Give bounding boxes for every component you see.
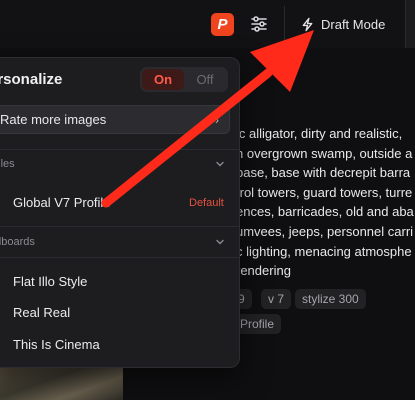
personalize-panel: ersonalize On Off Rate more images › ofi… xyxy=(0,57,240,368)
divider xyxy=(0,226,239,227)
toggle-on-option[interactable]: On xyxy=(142,69,184,90)
personalize-title: ersonalize xyxy=(0,71,63,88)
image-thumbnail[interactable] xyxy=(0,366,123,400)
chevron-down-icon[interactable] xyxy=(214,236,226,248)
toolbar-divider xyxy=(284,6,285,42)
prompt-line: c lighting, menacing atmosphe xyxy=(236,243,412,259)
lightning-bolt-icon xyxy=(302,17,313,31)
prompt-line: ic alligator, dirty and realistic, xyxy=(236,126,403,141)
prompt-line: ences, barricades, old and aba xyxy=(236,204,414,220)
param-chip-profile[interactable]: Profile xyxy=(233,314,282,334)
chevron-right-icon: › xyxy=(215,113,219,127)
param-chip-version[interactable]: v 7 xyxy=(261,289,292,309)
moodboard-item[interactable]: Real Real xyxy=(13,305,70,320)
moodboard-item[interactable]: Flat Illo Style xyxy=(13,274,87,289)
draft-mode-button[interactable]: Draft Mode xyxy=(290,6,403,42)
prompt-line: n overgrown swamp, outside a xyxy=(236,145,413,161)
sliders-icon xyxy=(251,16,267,32)
profile-item-global-v7[interactable]: Global V7 Profile xyxy=(13,195,111,210)
moodboard-item[interactable]: This Is Cinema xyxy=(13,337,100,352)
personalize-toggle[interactable]: On Off xyxy=(140,67,228,92)
divider xyxy=(0,149,239,150)
top-bar: P Draft Mode xyxy=(0,0,415,48)
param-chip-stylize[interactable]: stylize 300 xyxy=(295,289,366,309)
prompt-line: base, base with decrepit barra xyxy=(236,165,411,181)
settings-button[interactable] xyxy=(246,11,272,37)
prompt-line: trol towers, guard towers, turre xyxy=(236,184,413,200)
divider xyxy=(0,257,239,258)
toggle-off-option[interactable]: Off xyxy=(184,69,226,90)
profiles-section-label: ofiles xyxy=(0,158,15,170)
prompt-text: ic alligator, dirty and realistic, n ove… xyxy=(236,124,415,281)
draft-mode-label: Draft Mode xyxy=(321,16,386,32)
chevron-down-icon[interactable] xyxy=(214,158,226,170)
default-badge: Default xyxy=(189,197,224,209)
window-edge xyxy=(405,0,415,48)
prompt-line: umvees, jeeps, personnel carri xyxy=(236,223,414,239)
rate-more-images-button[interactable]: Rate more images › xyxy=(0,105,230,134)
rate-more-images-label: Rate more images xyxy=(0,112,107,127)
moodboards-section-label: odboards xyxy=(0,236,35,248)
personalize-badge[interactable]: P xyxy=(211,13,234,36)
prompt-line: rendering xyxy=(236,263,291,279)
